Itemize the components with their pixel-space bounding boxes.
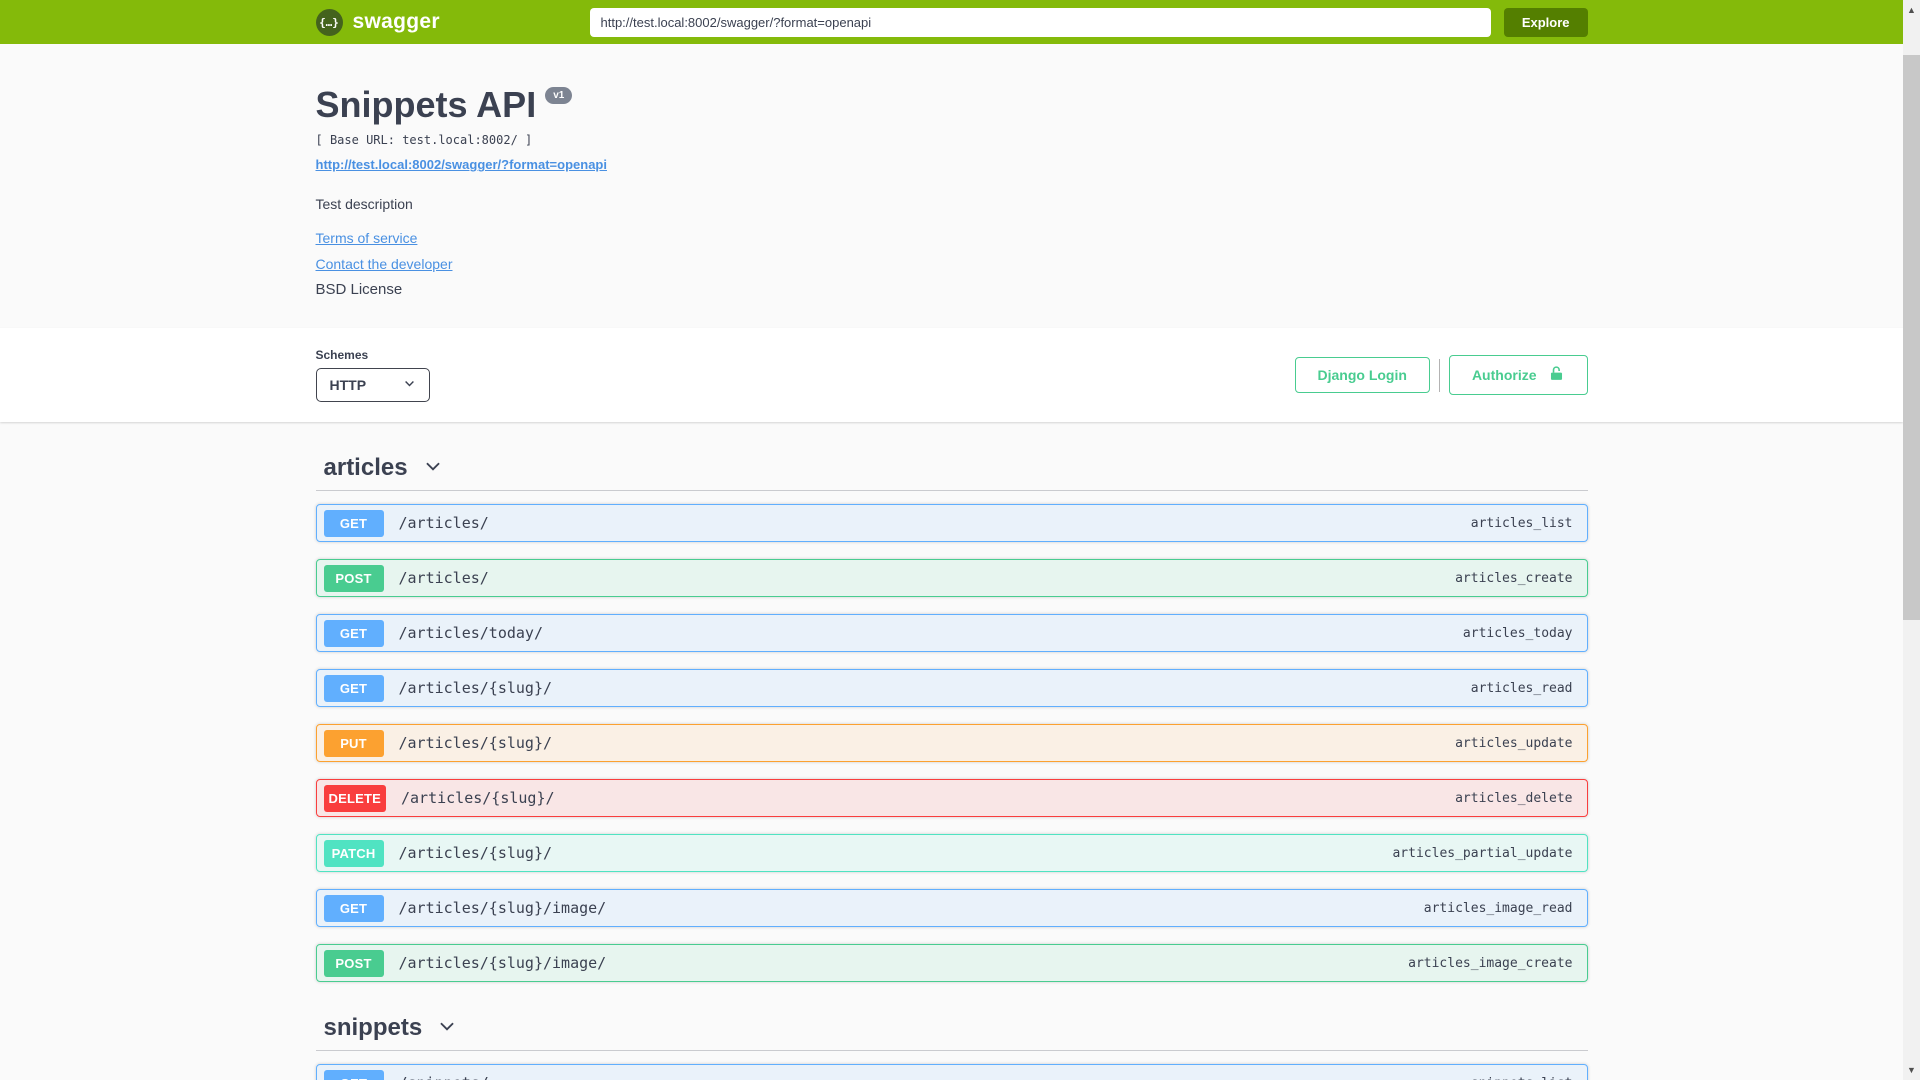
operation-path: /articles/{slug}/ — [398, 679, 553, 698]
method-badge: GET — [323, 1069, 384, 1080]
explore-button[interactable]: Explore — [1503, 7, 1588, 37]
operation-id: articles_today — [1462, 625, 1573, 641]
api-tag-section: snippets GET /snippets/ snippets_list — [315, 1014, 1588, 1080]
operation-id: articles_read — [1470, 680, 1573, 696]
django-login-button[interactable]: Django Login — [1294, 357, 1430, 394]
brand-title: swagger — [352, 10, 440, 33]
info-section: Snippets API v1 [ Base URL: test.local:8… — [316, 44, 1588, 298]
tag-title: snippets — [323, 1014, 423, 1042]
topbar: {…} swagger Explore — [0, 0, 1903, 44]
scrollbar-thumb[interactable] — [1903, 55, 1920, 620]
license-text: BSD License — [315, 281, 403, 299]
operation-path: /articles/{slug}/ — [398, 844, 553, 863]
method-badge: GET — [323, 894, 384, 922]
api-tag-section: articles GET /articles/ articles_list PO… — [315, 454, 1588, 983]
operation-path: /articles/{slug}/image/ — [398, 899, 607, 918]
explore-form: Explore — [589, 7, 1588, 37]
operation-row[interactable]: POST /articles/{slug}/image/ articles_im… — [315, 944, 1588, 983]
chevron-down-icon — [436, 1015, 458, 1042]
operation-row[interactable]: GET /snippets/ snippets_list — [315, 1064, 1588, 1080]
swagger-ui-page: {…} swagger Explore Snippets API v1 [ Ba… — [0, 0, 1920, 1080]
api-sections: articles GET /articles/ articles_list PO… — [315, 454, 1588, 1080]
vertical-scrollbar[interactable]: ▲ ▼ — [1903, 0, 1920, 1080]
operation-id: articles_image_create — [1408, 955, 1573, 971]
page-title: Snippets API v1 — [316, 84, 1588, 125]
operation-id: articles_list — [1470, 515, 1573, 531]
operation-row[interactable]: PATCH /articles/{slug}/ articles_partial… — [315, 834, 1588, 873]
operation-id: articles_update — [1455, 735, 1573, 751]
contact-developer-link[interactable]: Contact the developer — [316, 256, 453, 272]
operation-id: articles_partial_update — [1392, 845, 1573, 861]
operation-row[interactable]: DELETE /articles/{slug}/ articles_delete — [315, 779, 1588, 818]
spec-url-input[interactable] — [589, 7, 1491, 37]
api-title-text: Snippets API — [315, 84, 537, 125]
scrollbar-down-button[interactable]: ▼ — [1903, 1060, 1920, 1080]
version-badge: v1 — [545, 87, 573, 104]
unlock-icon — [1548, 365, 1565, 385]
api-description: Test description — [315, 196, 413, 213]
scheme-selected-value: HTTP — [329, 377, 367, 394]
operation-row[interactable]: GET /articles/today/ articles_today — [315, 614, 1588, 653]
operation-path: /articles/ — [398, 514, 489, 533]
spec-link[interactable]: http://test.local:8002/swagger/?format=o… — [316, 157, 607, 172]
authorize-button[interactable]: Authorize — [1448, 355, 1588, 396]
operation-row[interactable]: GET /articles/ articles_list — [315, 504, 1588, 543]
tag-divider — [315, 490, 1588, 492]
auth-block: Django Login Authorize — [1294, 355, 1588, 396]
method-badge: GET — [323, 509, 384, 537]
scrollbar-up-button[interactable]: ▲ — [1903, 0, 1920, 20]
method-badge: POST — [323, 949, 384, 977]
operation-id: snippets_list — [1471, 1076, 1573, 1080]
operation-id: articles_create — [1455, 570, 1573, 586]
tag-divider — [315, 1050, 1588, 1052]
base-url-text: [ Base URL: test.local:8002/ ] — [315, 133, 533, 148]
operation-path: /articles/{slug}/ — [398, 734, 553, 753]
django-login-label: Django Login — [1317, 367, 1407, 384]
scheme-select[interactable]: HTTP — [315, 368, 430, 403]
operation-row[interactable]: GET /articles/{slug}/ articles_read — [315, 669, 1588, 708]
method-badge: DELETE — [323, 784, 386, 812]
method-badge: GET — [323, 619, 384, 647]
swagger-logo-icon: {…} — [315, 8, 343, 36]
auth-divider — [1438, 358, 1440, 392]
operation-path: /snippets/ — [399, 1074, 489, 1080]
method-badge: GET — [323, 674, 384, 702]
operation-path: /articles/{slug}/image/ — [398, 954, 607, 973]
tag-header[interactable]: articles — [316, 454, 1588, 482]
tag-header[interactable]: snippets — [316, 1014, 1588, 1042]
operations-list: GET /snippets/ snippets_list — [315, 1064, 1588, 1080]
schemes-label: Schemes — [315, 348, 369, 363]
method-badge: POST — [323, 564, 384, 592]
authorize-label: Authorize — [1471, 367, 1537, 384]
operation-path: /articles/ — [398, 569, 489, 588]
method-badge: PATCH — [323, 839, 384, 867]
operation-id: articles_delete — [1455, 790, 1573, 806]
operation-row[interactable]: PUT /articles/{slug}/ articles_update — [315, 724, 1588, 763]
operation-row[interactable]: GET /articles/{slug}/image/ articles_ima… — [315, 889, 1588, 928]
terms-of-service-link[interactable]: Terms of service — [316, 230, 418, 246]
schemes-block: Schemes HTTP — [315, 348, 430, 403]
swagger-logo: {…} swagger — [315, 8, 590, 36]
operation-id: articles_image_read — [1423, 900, 1573, 916]
operation-path: /articles/today/ — [398, 624, 544, 643]
operation-row[interactable]: POST /articles/ articles_create — [315, 559, 1588, 598]
operations-list: GET /articles/ articles_list POST /artic… — [315, 504, 1588, 983]
chevron-down-icon — [422, 455, 444, 482]
scheme-container: Schemes HTTP Django Login Authorize — [0, 328, 1903, 423]
operation-path: /articles/{slug}/ — [400, 789, 555, 808]
chevron-down-icon — [403, 377, 416, 393]
tag-title: articles — [323, 454, 408, 482]
method-badge: PUT — [323, 729, 384, 757]
